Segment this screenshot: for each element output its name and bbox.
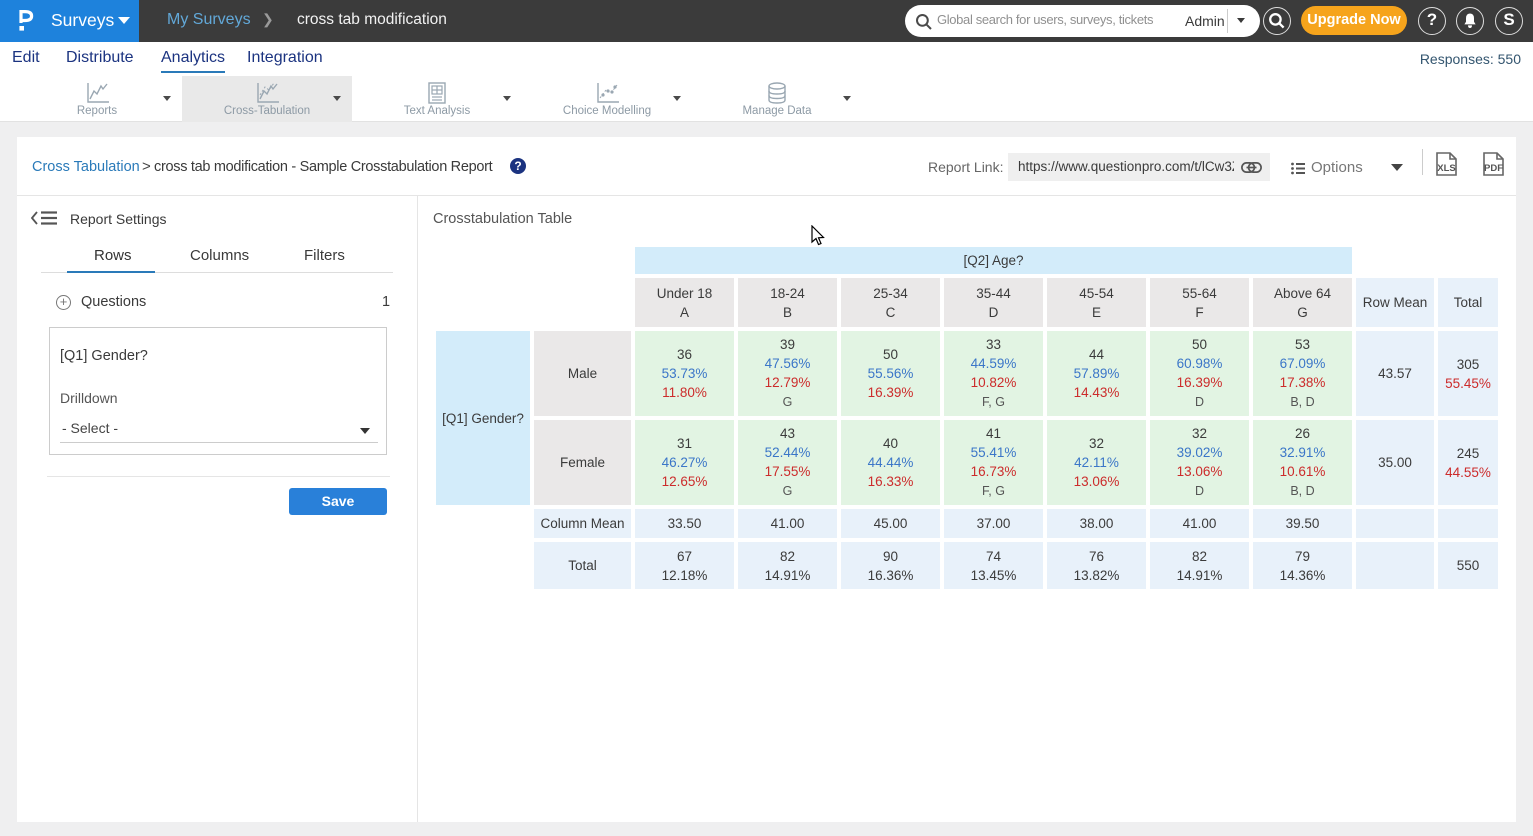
svg-text:PDF: PDF — [1484, 163, 1503, 174]
svg-text:XLS: XLS — [1437, 163, 1455, 174]
